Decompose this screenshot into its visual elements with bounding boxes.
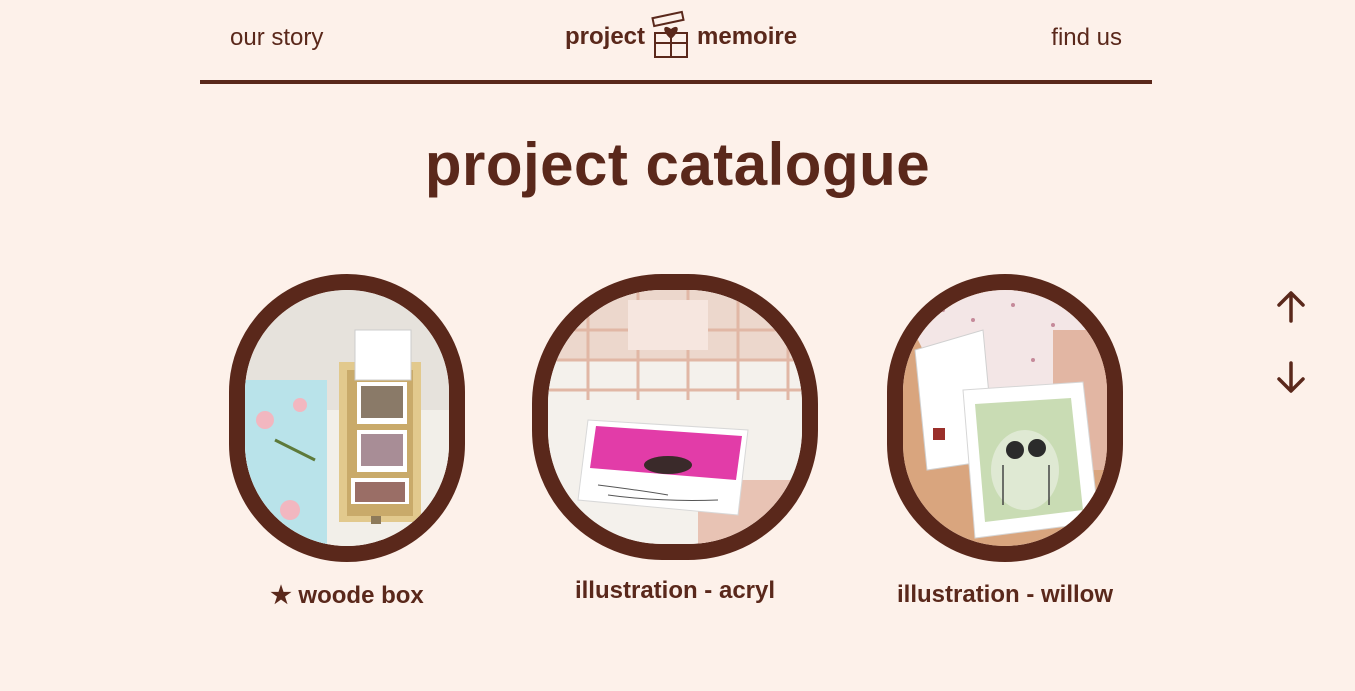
brand-logo[interactable]: project memoire xyxy=(565,10,798,62)
gift-box-icon xyxy=(651,9,691,66)
logo-text-memoire: memoire xyxy=(697,23,798,50)
product-label[interactable]: illustration - willow xyxy=(887,581,1123,609)
site-header: our story project memoire find us xyxy=(200,0,1152,84)
product-card-wooden-box[interactable]: ★ woode box xyxy=(229,274,465,614)
wooden-box-photo[interactable] xyxy=(229,274,465,562)
arrow-down-icon[interactable] xyxy=(1272,358,1310,396)
arrow-up-icon[interactable] xyxy=(1272,288,1310,326)
acrylic-illustration-photo[interactable] xyxy=(532,274,818,560)
product-label[interactable]: ★ woode box xyxy=(229,581,465,610)
logo-text-project: project xyxy=(565,23,646,50)
product-label[interactable]: illustration - acryl xyxy=(532,577,818,605)
product-card-acrylic[interactable]: illustration - acryl xyxy=(532,274,818,610)
willow-frame-photo[interactable] xyxy=(887,274,1123,562)
nav-our-story[interactable]: our story xyxy=(230,24,323,52)
nav-find-us[interactable]: find us xyxy=(1051,24,1122,52)
page-title: project catalogue xyxy=(424,131,931,198)
product-card-willow[interactable]: illustration - willow xyxy=(887,274,1123,614)
